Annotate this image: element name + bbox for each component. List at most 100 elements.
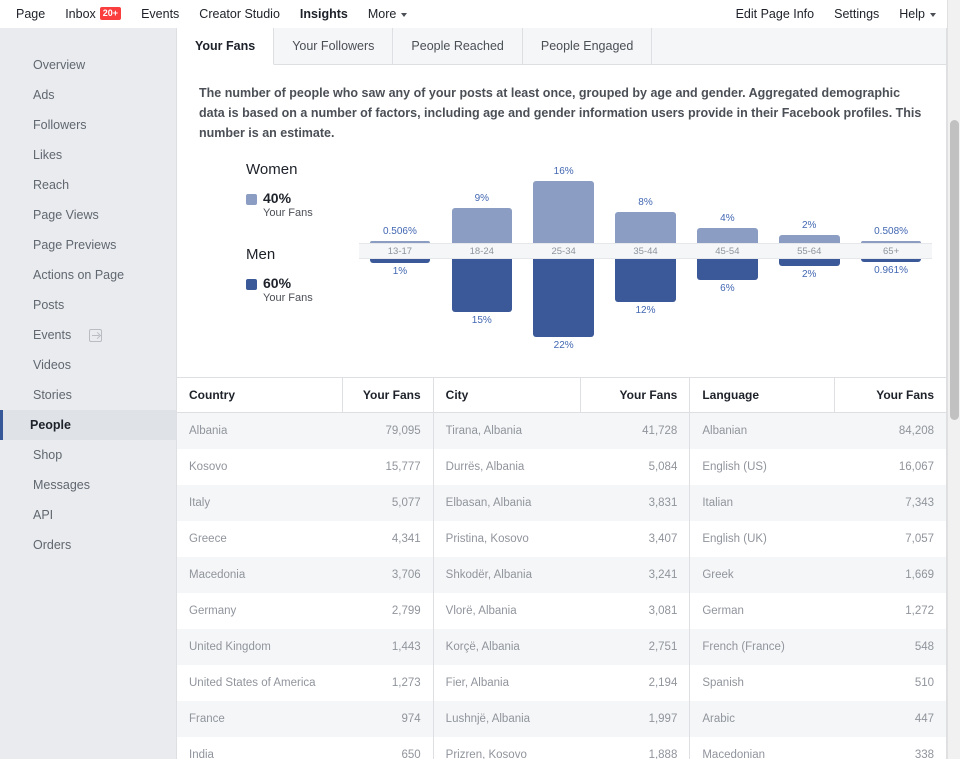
sidebar-item-events[interactable]: Events	[0, 320, 176, 350]
sidebar-item-label: Videos	[33, 358, 71, 372]
table-header-label[interactable]: Language	[690, 378, 835, 413]
nav-item-insights[interactable]: Insights	[290, 2, 358, 26]
sidebar-item-page-previews[interactable]: Page Previews	[0, 230, 176, 260]
sidebar-item-label: Page Previews	[33, 238, 117, 252]
men-bar	[451, 259, 513, 313]
women-bar	[533, 181, 594, 243]
sidebar-item-stories[interactable]: Stories	[0, 380, 176, 410]
table-cell-value: 548	[834, 628, 946, 665]
sidebar-item-followers[interactable]: Followers	[0, 110, 176, 140]
table-cell-value: 3,706	[342, 556, 433, 593]
table-header-value[interactable]: Your Fans	[341, 378, 433, 413]
sidebar-item-overview[interactable]: Overview	[0, 50, 176, 80]
nav-item-label: Inbox	[65, 7, 96, 21]
sidebar-item-label: People	[30, 418, 71, 432]
table-cell-value: 4,341	[342, 520, 433, 557]
table-cell-value: 1,669	[834, 556, 946, 593]
table-cell-value: 1,997	[580, 700, 690, 737]
women-bar	[860, 241, 922, 243]
table-header-value[interactable]: Your Fans	[579, 378, 690, 413]
sidebar-item-ads[interactable]: Ads	[0, 80, 176, 110]
sidebar-item-likes[interactable]: Likes	[0, 140, 176, 170]
sidebar-item-people[interactable]: People	[0, 410, 176, 440]
age-bracket-label-65+: 65+	[850, 243, 933, 259]
nav-item-label: Page	[16, 7, 46, 21]
table-cell-value: 2,799	[342, 592, 433, 629]
page-scrollbar[interactable]	[947, 0, 960, 759]
table-cell-label: Italy	[177, 484, 343, 521]
nav-item-edit-page-info[interactable]: Edit Page Info	[726, 2, 825, 26]
table-cell-label: Italian	[690, 484, 835, 521]
top-navigation-bar: Page Inbox 20+ Events Creator Studio Insights…	[0, 0, 960, 28]
table-cell-value: 650	[342, 736, 433, 759]
top-nav-left-group: Page Inbox 20+ Events Creator Studio Insights…	[6, 2, 417, 26]
age-bracket-label-25-34: 25-34	[522, 243, 605, 259]
nav-item-inbox[interactable]: Inbox 20+	[55, 2, 131, 26]
men-bar-value-label: 6%	[720, 283, 735, 295]
chart-bars: 0.506% 13-17 1% 9% 18-24 15% 16% 25-34 22% 8% 35-4…	[359, 155, 933, 365]
tab-people-engaged[interactable]: People Engaged	[522, 28, 653, 64]
sidebar-item-posts[interactable]: Posts	[0, 290, 176, 320]
table-header-label[interactable]: Country	[177, 378, 343, 413]
table-row: United States of America 1,273	[177, 664, 433, 701]
sidebar-item-videos[interactable]: Videos	[0, 350, 176, 380]
sidebar-item-shop[interactable]: Shop	[0, 440, 176, 470]
sidebar-item-label: Overview	[33, 58, 86, 72]
women-bar-value-label: 4%	[720, 212, 735, 224]
table-cell-label: Tirana, Albania	[433, 412, 581, 449]
sidebar-item-api[interactable]: API	[0, 500, 176, 530]
table-cell-label: Albanian	[690, 412, 835, 449]
chevron-down-icon	[930, 12, 936, 17]
men-bar	[778, 259, 840, 267]
table-header-label[interactable]: City	[433, 378, 581, 413]
tab-label: Your Fans	[195, 39, 256, 53]
men-bar-value-label: 22%	[553, 340, 574, 351]
men-bar	[615, 259, 676, 302]
inbox-unread-badge: 20+	[99, 7, 122, 20]
table-cell-label: Prizren, Kosovo	[433, 736, 581, 759]
women-bar	[451, 208, 513, 243]
nav-item-events[interactable]: Events	[131, 2, 189, 26]
table-cell-value: 7,057	[834, 520, 946, 557]
table-row: Tirana, Albania 41,728	[433, 412, 690, 449]
nav-item-page[interactable]: Page	[6, 2, 55, 26]
sidebar-item-label: Ads	[33, 88, 55, 102]
women-bar	[369, 241, 431, 243]
sidebar-item-reach[interactable]: Reach	[0, 170, 176, 200]
table-row: English (UK) 7,057	[690, 520, 946, 557]
table-cell-value: 5,077	[342, 484, 433, 521]
nav-item-label: Help	[899, 7, 925, 21]
chevron-down-icon	[401, 12, 408, 17]
sidebar-item-page-views[interactable]: Page Views	[0, 200, 176, 230]
tab-your-fans[interactable]: Your Fans	[177, 28, 275, 70]
sidebar-item-actions-on-page[interactable]: Actions on Page	[0, 260, 176, 290]
age-bracket-label-45-54: 45-54	[686, 243, 769, 259]
table-cell-label: Lushnjë, Albania	[433, 700, 581, 737]
table-header-row: City Your Fans	[433, 378, 690, 413]
sidebar-item-label: Page Views	[33, 208, 99, 222]
scrollbar-thumb[interactable]	[950, 120, 959, 420]
nav-item-help[interactable]: Help	[889, 2, 946, 26]
women-bar-value-label: 2%	[802, 220, 817, 232]
nav-item-more[interactable]: More	[358, 2, 417, 26]
table-cell-value: 3,407	[580, 520, 690, 557]
table-header-value[interactable]: Your Fans	[834, 378, 946, 413]
table-row: Shkodër, Albania 3,241	[433, 556, 690, 593]
legend-men-title: Men	[246, 246, 276, 263]
table-cell-value: 1,273	[342, 664, 433, 701]
table-cell-value: 1,443	[342, 628, 433, 665]
nav-item-label: More	[367, 7, 397, 21]
tab-people-reached[interactable]: People Reached	[393, 28, 523, 64]
nav-item-creator-studio[interactable]: Creator Studio	[189, 2, 290, 26]
table-cell-value: 338	[834, 736, 946, 759]
table-row: Macedonian 338	[690, 736, 946, 759]
nav-item-settings[interactable]: Settings	[824, 2, 889, 26]
tab-your-followers[interactable]: Your Followers	[274, 28, 394, 64]
sidebar-item-orders[interactable]: Orders	[0, 530, 176, 560]
table-cell-value: 2,751	[580, 628, 690, 665]
sidebar-item-messages[interactable]: Messages	[0, 470, 176, 500]
legend-women-title: Women	[246, 161, 298, 178]
sidebar-item-label: API	[33, 508, 54, 522]
chart-plot-area: 0.506% 13-17 1% 9% 18-24 15% 16% 25-34 22% 8% 35-4…	[359, 155, 933, 365]
table-cell-value: 1,888	[580, 736, 690, 759]
